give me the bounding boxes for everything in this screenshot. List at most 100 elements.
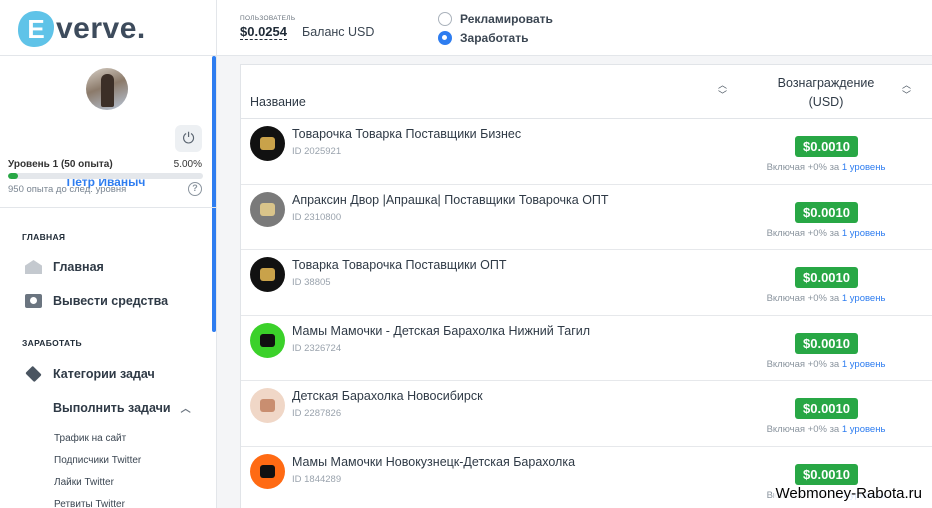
- channel-avatar-icon: [250, 453, 285, 489]
- money-icon: [25, 294, 42, 308]
- sort-name-icon[interactable]: ︿ ﹀: [718, 80, 727, 100]
- task-id: ID 2287826: [292, 408, 342, 420]
- reward-badge[interactable]: $0.0010: [795, 136, 858, 157]
- table-row[interactable]: Товарочка Товарка Поставщики Бизнес ID 20…: [241, 119, 932, 185]
- balance-label: Баланс USD: [302, 25, 375, 39]
- channel-emblem: [260, 268, 275, 282]
- reward-note: Включая +0% за 1 уровень: [741, 228, 911, 239]
- channel-emblem: [260, 464, 275, 478]
- sidebar-item-categories[interactable]: Категории задач: [25, 365, 155, 383]
- radio-advertise-circle[interactable]: [438, 12, 452, 26]
- logo-letter: E: [27, 14, 44, 44]
- nav-section-main: ГЛАВНАЯ: [22, 232, 66, 242]
- table-body: Товарочка Товарка Поставщики Бизнес ID 20…: [241, 119, 932, 508]
- radio-advertise[interactable]: Рекламировать: [438, 12, 553, 26]
- help-icon[interactable]: ?: [188, 182, 202, 196]
- table-row[interactable]: Апраксин Двор |Апрашка| Поставщики Товар…: [241, 185, 932, 251]
- logo[interactable]: E verve.: [0, 0, 216, 56]
- task-title[interactable]: Мамы Мамочки - Детская Барахолка Нижний …: [292, 324, 590, 338]
- tasks-table: Название ︿ ﹀ Вознаграждение (USD) ︿ ﹀ Това…: [240, 64, 932, 508]
- channel-emblem: [260, 399, 275, 413]
- reward-note: Включая +0% за 1 уровень: [741, 162, 911, 173]
- reward-badge[interactable]: $0.0010: [795, 267, 858, 289]
- reward-badge[interactable]: $0.0010: [795, 332, 858, 354]
- user-label: ПОЛЬЗОВАТЕЛЬ: [240, 15, 296, 22]
- reward-note: Включая +0% за 1 уровень: [741, 424, 911, 435]
- top-header: ПОЛЬЗОВАТЕЛЬ $0.0254 Баланс USD Рекламир…: [217, 0, 932, 56]
- channel-emblem: [260, 202, 275, 216]
- reward-badge[interactable]: $0.0010: [795, 201, 858, 223]
- channel-emblem: [260, 137, 275, 150]
- layers-icon: [25, 365, 42, 383]
- reward-note-level-link[interactable]: 1 уровень: [842, 359, 886, 370]
- power-icon: ⏻: [182, 130, 195, 147]
- reward-note-level-link[interactable]: 1 уровень: [842, 293, 886, 304]
- level-progress-bar: [8, 173, 203, 179]
- table-row[interactable]: Товарка Товарочка Поставщики ОПТ ID 38805…: [241, 250, 932, 316]
- table-row[interactable]: Мамы Мамочки - Детская Барахолка Нижний …: [241, 316, 932, 382]
- sidebar-item-do-tasks-label: Выполнить задачи: [53, 400, 171, 415]
- sidebar-item-withdraw[interactable]: Вывести средства: [25, 294, 168, 308]
- sidebar-item-do-tasks[interactable]: Выполнить задачи ︿: [53, 400, 191, 416]
- task-id: ID 2025921: [292, 146, 342, 157]
- task-title[interactable]: Товарочка Товарка Поставщики Бизнес: [292, 127, 521, 141]
- reward-note-level-link[interactable]: 1 уровень: [842, 424, 886, 435]
- channel-avatar-icon: [250, 388, 285, 424]
- sidebar: E verve. ⏻ Петр Иваныч Уровень 1 (50 опы…: [0, 0, 217, 508]
- task-id: ID 1844289: [292, 473, 342, 485]
- nav-section-earn: ЗАРАБОТАТЬ: [22, 338, 82, 348]
- reward-badge[interactable]: $0.0010: [795, 463, 858, 485]
- column-header-reward-line2: (USD): [808, 95, 844, 109]
- task-title[interactable]: Товарка Товарочка Поставщики ОПТ: [292, 258, 506, 272]
- table-row[interactable]: Детская Барахолка Новосибирск ID 2287826 $…: [241, 381, 932, 447]
- channel-avatar-icon: [250, 191, 285, 227]
- column-header-name[interactable]: Название: [250, 95, 306, 109]
- sidebar-subitem-twitter-followers[interactable]: Подписчики Twitter: [54, 455, 141, 466]
- task-id: ID 2326724: [292, 342, 342, 354]
- channel-avatar-icon: [250, 126, 285, 161]
- app-window: E verve. ⏻ Петр Иваныч Уровень 1 (50 опы…: [0, 0, 932, 508]
- reward-note-text: Включая +0% за: [766, 293, 842, 305]
- task-id: ID 2310800: [292, 211, 342, 223]
- chevron-up-icon: ︿: [180, 404, 191, 415]
- logo-e-icon: E: [18, 11, 54, 47]
- channel-avatar-icon: [250, 322, 285, 358]
- sidebar-subitem-traffic[interactable]: Трафик на сайт: [54, 433, 126, 444]
- channel-emblem: [260, 333, 275, 347]
- logo-text: verve.: [56, 12, 146, 45]
- sidebar-subitem-twitter-likes[interactable]: Лайки Twitter: [54, 477, 114, 488]
- reward-note-level-link[interactable]: 1 уровень: [842, 162, 886, 173]
- task-id: ID 38805: [292, 277, 331, 289]
- sidebar-item-home-label: Главная: [53, 260, 104, 274]
- sort-reward-icon[interactable]: ︿ ﹀: [902, 80, 911, 100]
- balance-value[interactable]: $0.0254: [240, 24, 287, 40]
- task-title[interactable]: Детская Барахолка Новосибирск: [292, 389, 483, 403]
- reward-note-text: Включая +0% за: [766, 162, 842, 173]
- radio-advertise-label: Рекламировать: [460, 12, 553, 26]
- reward-note-text: Включая +0% за: [766, 227, 842, 239]
- reward-note: Включая +0% за 1 уровень: [741, 359, 911, 370]
- sidebar-subitem-twitter-retweets[interactable]: Ретвиты Twitter: [54, 499, 125, 508]
- reward-note-text: Включая +0% за: [766, 424, 842, 436]
- column-header-reward-line1: Вознаграждение: [777, 76, 875, 90]
- radio-earn[interactable]: Заработать: [438, 31, 528, 45]
- task-title[interactable]: Апраксин Двор |Апрашка| Поставщики Товар…: [292, 193, 609, 207]
- task-title[interactable]: Мамы Мамочки Новокузнецк-Детская Барахол…: [292, 455, 575, 469]
- column-header-reward[interactable]: Вознаграждение (USD): [761, 74, 891, 112]
- level-progress-fill: [8, 173, 18, 179]
- reward-badge[interactable]: $0.0010: [795, 398, 858, 420]
- channel-avatar-icon: [250, 257, 285, 293]
- level-percent: 5.00%: [173, 159, 202, 170]
- main-content: Название ︿ ﹀ Вознаграждение (USD) ︿ ﹀ Това…: [217, 56, 932, 508]
- logout-button[interactable]: ⏻: [175, 125, 202, 152]
- level-row: Уровень 1 (50 опыта) 5.00%: [8, 159, 202, 170]
- radio-earn-circle[interactable]: [438, 31, 452, 45]
- reward-note: Включая +0% за 1 уровень: [741, 293, 911, 304]
- avatar[interactable]: [86, 68, 128, 110]
- sidebar-item-home[interactable]: Главная: [25, 260, 104, 274]
- sidebar-item-withdraw-label: Вывести средства: [53, 294, 169, 308]
- sidebar-item-categories-label: Категории задач: [53, 367, 155, 381]
- home-icon: [25, 260, 42, 274]
- table-header: Название ︿ ﹀ Вознаграждение (USD) ︿ ﹀: [241, 65, 932, 119]
- reward-note-level-link[interactable]: 1 уровень: [842, 228, 886, 239]
